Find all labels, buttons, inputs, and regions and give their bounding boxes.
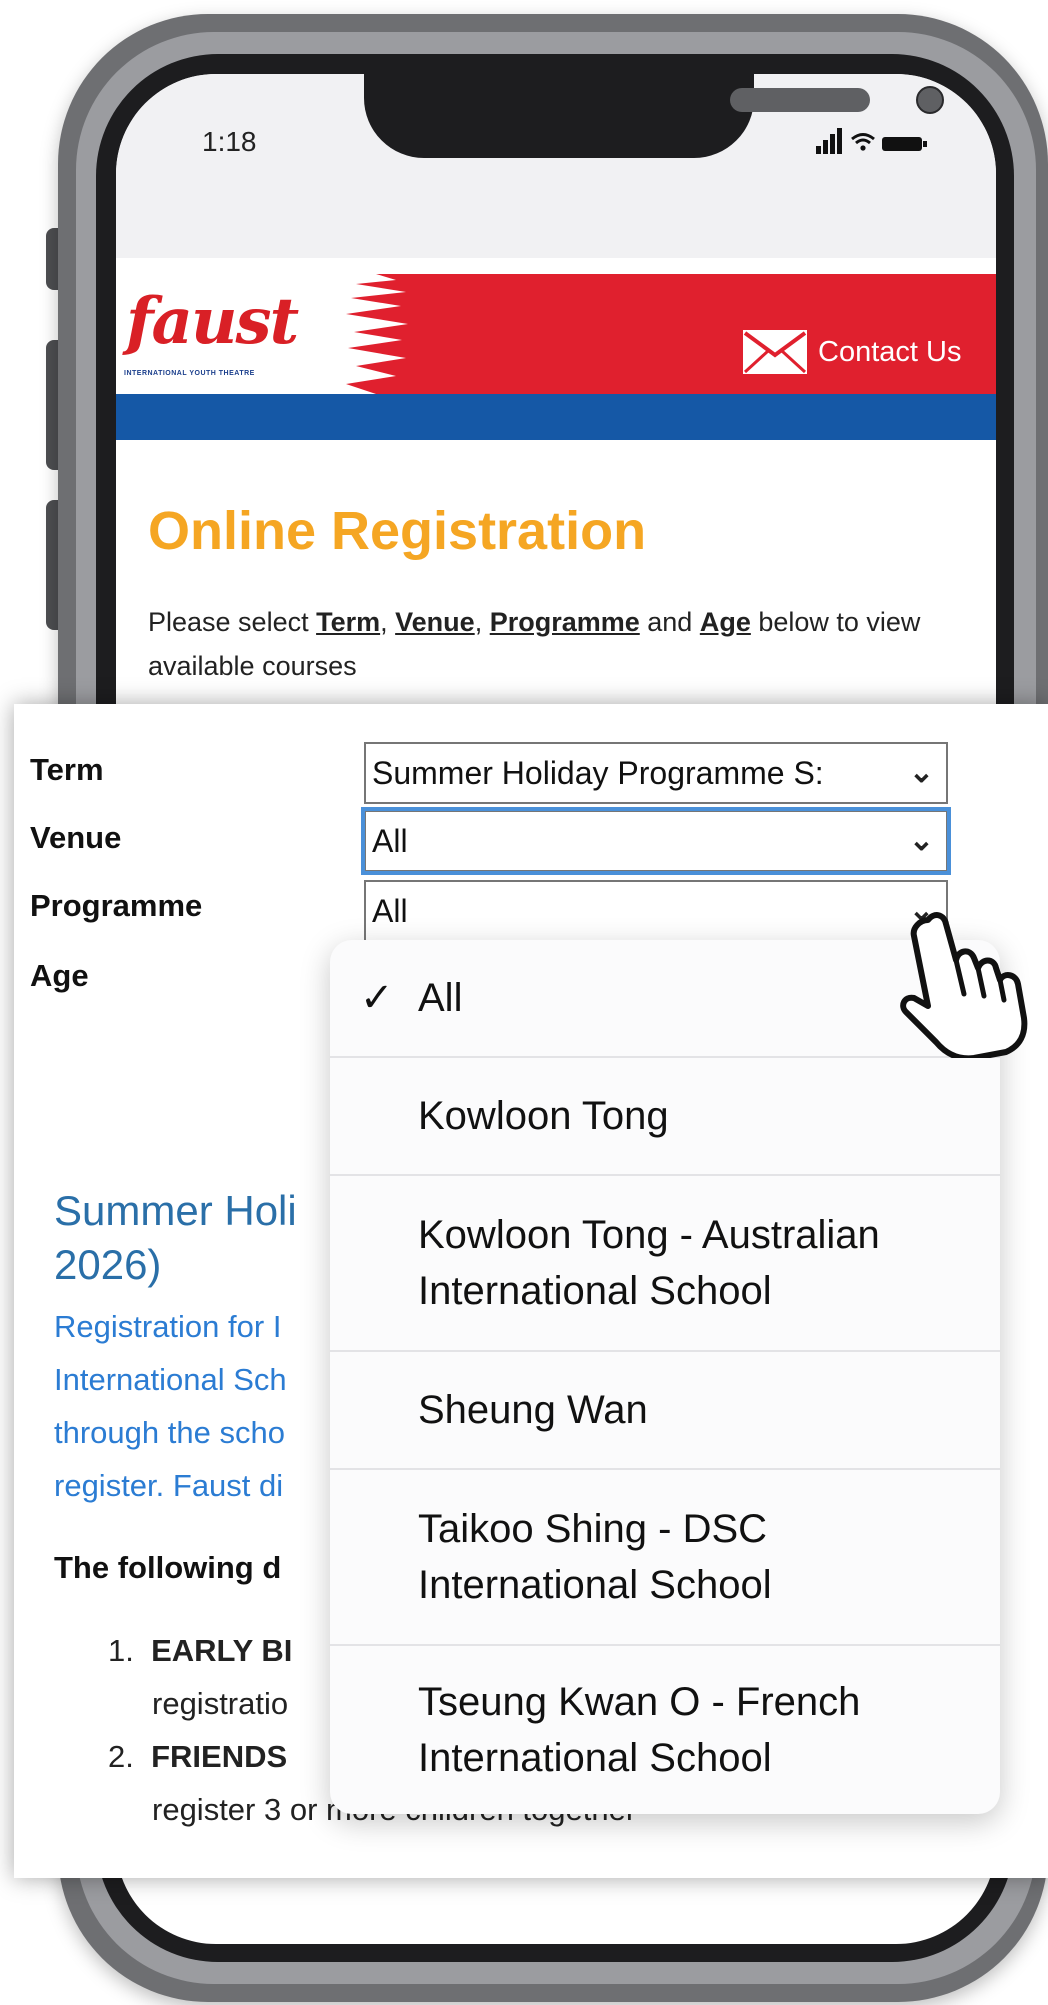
venue-dropdown-list: ✓ All Kowloon Tong Kowloon Tong - Austra… bbox=[330, 940, 1000, 1814]
option-label-line: Sheung Wan bbox=[418, 1388, 648, 1432]
list-item-title: FRIENDS bbox=[151, 1739, 288, 1774]
option-label: Kowloon Tong bbox=[418, 1088, 669, 1144]
summer-description-line: through the scho bbox=[54, 1415, 285, 1450]
list-item-title: EARLY BI bbox=[151, 1633, 293, 1668]
programme-select-value: All bbox=[372, 893, 408, 929]
logo-subtitle: INTERNATIONAL YOUTH THEATRE bbox=[124, 370, 255, 377]
intro-venue: Venue bbox=[395, 607, 475, 637]
summer-description-line: Registration for I bbox=[54, 1309, 282, 1344]
wifi-icon bbox=[851, 133, 875, 151]
intro-text-part: Please select bbox=[148, 607, 317, 637]
signal-icon bbox=[816, 128, 846, 154]
option-label-line: Tseung Kwan O - French bbox=[418, 1680, 861, 1724]
venue-option-tseung-kwan-o-french[interactable]: Tseung Kwan O - French International Sch… bbox=[330, 1646, 1000, 1814]
list-number: 1. bbox=[108, 1633, 152, 1668]
option-label: All bbox=[418, 970, 462, 1026]
hand-pointer-icon bbox=[900, 912, 1028, 1058]
header-blue-band bbox=[116, 394, 996, 440]
intro-term: Term bbox=[316, 607, 381, 637]
venue-option-kowloon-tong[interactable]: Kowloon Tong bbox=[330, 1058, 1000, 1176]
contact-us-link[interactable]: Contact Us bbox=[742, 330, 961, 374]
summer-description: Registration for I International Sch thr… bbox=[54, 1300, 374, 1512]
option-label: Kowloon Tong - Australian International … bbox=[418, 1207, 880, 1319]
term-select-value: Summer Holiday Programme S: bbox=[372, 755, 824, 791]
summer-description-line: International Sch bbox=[54, 1362, 287, 1397]
option-label-line: International School bbox=[418, 1736, 772, 1780]
term-select[interactable]: Summer Holiday Programme S: ⌄ bbox=[364, 742, 948, 804]
option-label-line: International School bbox=[418, 1563, 772, 1607]
venue-label: Venue bbox=[30, 820, 122, 855]
zoomed-form-card: Term Summer Holiday Programme S: ⌄ Venue… bbox=[14, 704, 1048, 1878]
site-header: faust INTERNATIONAL YOUTH THEATRE Contac… bbox=[116, 274, 996, 440]
option-label-line: Taikoo Shing - DSC bbox=[418, 1507, 768, 1551]
brush-stroke-decoration bbox=[336, 274, 408, 394]
term-label: Term bbox=[30, 752, 104, 787]
header-red-band: Contact Us bbox=[336, 274, 996, 394]
option-label-line: Kowloon Tong - Australian bbox=[418, 1213, 880, 1257]
summer-description-line: register. Faust di bbox=[54, 1468, 284, 1503]
option-label-line: All bbox=[418, 976, 463, 1020]
option-label: Taikoo Shing - DSC International School bbox=[418, 1501, 772, 1613]
summer-programme-title: Summer Holi 2026) t bbox=[54, 1184, 297, 1292]
summer-title-line2: 2026) bbox=[54, 1241, 162, 1288]
programme-label: Programme bbox=[30, 888, 203, 923]
chevron-down-icon: ⌄ bbox=[908, 756, 934, 789]
venue-option-kowloon-tong-ais[interactable]: Kowloon Tong - Australian International … bbox=[330, 1176, 1000, 1352]
option-label: Tseung Kwan O - French International Sch… bbox=[418, 1674, 860, 1786]
notch bbox=[364, 74, 944, 158]
venue-option-taikoo-shing-dsc[interactable]: Taikoo Shing - DSC International School bbox=[330, 1470, 1000, 1646]
programme-select[interactable]: All ⌄ bbox=[364, 880, 948, 942]
option-label-line: International School bbox=[418, 1269, 772, 1313]
intro-text-part: , bbox=[380, 607, 396, 637]
status-time: 1:18 bbox=[202, 126, 257, 157]
option-label-line: Kowloon Tong bbox=[418, 1094, 669, 1138]
contact-us-label: Contact Us bbox=[818, 335, 962, 368]
camera bbox=[916, 86, 944, 114]
intro-age: Age bbox=[699, 607, 751, 637]
age-label: Age bbox=[30, 958, 89, 993]
logo-wordmark: faust bbox=[126, 284, 299, 359]
option-label: Sheung Wan bbox=[418, 1382, 648, 1438]
checkmark-icon: ✓ bbox=[360, 976, 394, 1020]
page-title: Online Registration bbox=[148, 501, 647, 561]
intro-text: Please select Term, Venue, Programme and… bbox=[148, 600, 968, 688]
mail-icon bbox=[743, 330, 807, 374]
venue-select-value: All bbox=[372, 823, 408, 859]
list-number: 2. bbox=[108, 1739, 152, 1774]
status-icons bbox=[816, 128, 946, 154]
intro-text-part: and bbox=[639, 607, 700, 637]
intro-programme: Programme bbox=[489, 607, 640, 637]
venue-option-sheung-wan[interactable]: Sheung Wan bbox=[330, 1352, 1000, 1470]
venue-select[interactable]: All ⌄ bbox=[361, 807, 951, 875]
discounts-heading: The following d bbox=[54, 1550, 282, 1585]
phone-bottom bbox=[120, 1840, 1000, 1950]
speaker bbox=[730, 88, 870, 112]
intro-text-part: , bbox=[474, 607, 490, 637]
summer-title-line1: Summer Holi bbox=[54, 1187, 297, 1234]
chevron-down-icon: ⌄ bbox=[908, 824, 934, 857]
